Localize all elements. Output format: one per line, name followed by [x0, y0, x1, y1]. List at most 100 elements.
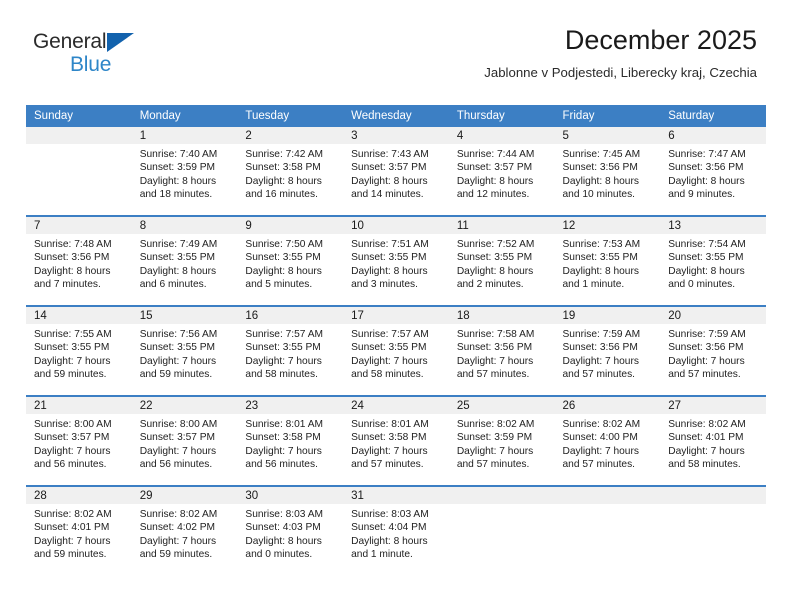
calendar-day-cell[interactable]: 5 Sunrise: 7:45 AM Sunset: 3:56 PM Daylight…: [554, 127, 661, 216]
daylight-duration-line1: Daylight: 7 hours: [668, 355, 745, 367]
daylight-duration-line1: Daylight: 7 hours: [351, 355, 428, 367]
sunset-time: Sunset: 4:01 PM: [668, 432, 744, 444]
calendar-day-cell[interactable]: 8 Sunrise: 7:49 AM Sunset: 3:55 PM Daylight…: [131, 215, 238, 306]
calendar-day-cell[interactable]: 19 Sunrise: 7:59 AM Sunset: 3:56 PM Dayligh…: [554, 305, 661, 396]
day-details: Sunrise: 7:59 AM Sunset: 3:56 PM Daylight:…: [555, 324, 661, 382]
calendar-day-cell[interactable]: 13 Sunrise: 7:54 AM Sunset: 3:55 PM Dayligh…: [660, 215, 766, 306]
logo-text-general: General: [33, 31, 134, 53]
weekday-header: Sunday Monday Tuesday Wednesday Thursday…: [26, 105, 766, 127]
daylight-duration-line1: Daylight: 7 hours: [351, 445, 428, 457]
sunrise-time: Sunrise: 8:00 AM: [139, 419, 218, 430]
calendar-day-cell[interactable]: 10 Sunrise: 7:51 AM Sunset: 3:55 PM Dayligh…: [343, 215, 449, 306]
calendar-day-cell[interactable]: 26 Sunrise: 8:02 AM Sunset: 4:00 PM Dayligh…: [554, 395, 661, 486]
sunset-time: Sunset: 3:57 PM: [34, 432, 110, 444]
sunset-time: Sunset: 3:57 PM: [351, 162, 427, 174]
day-details: Sunrise: 7:52 AM Sunset: 3:55 PM Daylight:…: [449, 234, 555, 292]
calendar-day-cell[interactable]: 20 Sunrise: 7:59 AM Sunset: 3:56 PM Dayligh…: [660, 305, 766, 396]
calendar-day-cell[interactable]: 9 Sunrise: 7:50 AM Sunset: 3:55 PM Daylight…: [237, 215, 344, 306]
calendar-day-cell[interactable]: 27 Sunrise: 8:02 AM Sunset: 4:01 PM Dayligh…: [660, 395, 766, 486]
calendar-day-cell[interactable]: 22 Sunrise: 8:00 AM Sunset: 3:57 PM Dayligh…: [131, 395, 238, 486]
day-number: 23: [237, 397, 344, 414]
sunrise-time: Sunrise: 7:58 AM: [456, 329, 535, 340]
sunrise-time: Sunrise: 7:57 AM: [245, 329, 323, 340]
daylight-duration-line1: Daylight: 7 hours: [139, 535, 217, 547]
calendar-day-cell[interactable]: 15 Sunrise: 7:56 AM Sunset: 3:55 PM Dayligh…: [131, 305, 238, 396]
sunset-time: Sunset: 3:56 PM: [562, 162, 638, 174]
sunset-time: Sunset: 3:56 PM: [668, 342, 744, 354]
calendar-day-cell[interactable]: 21 Sunrise: 8:00 AM Sunset: 3:57 PM Dayligh…: [26, 395, 132, 486]
calendar-day-cell[interactable]: 2 Sunrise: 7:42 AM Sunset: 3:58 PM Daylight…: [237, 127, 344, 216]
sunset-time: Sunset: 3:56 PM: [456, 342, 533, 354]
daylight-duration-line2: and 57 minutes.: [562, 369, 636, 381]
daylight-duration-line2: and 9 minutes.: [668, 189, 736, 201]
calendar-day-cell[interactable]: 12 Sunrise: 7:53 AM Sunset: 3:55 PM Dayligh…: [554, 215, 661, 306]
day-number: 15: [131, 307, 238, 324]
sunset-time: Sunset: 3:58 PM: [245, 162, 321, 174]
day-details: Sunrise: 8:02 AM Sunset: 3:59 PM Daylight:…: [449, 414, 555, 472]
day-details: Sunrise: 8:03 AM Sunset: 4:03 PM Daylight:…: [237, 504, 343, 562]
day-number: 16: [237, 307, 344, 324]
sunrise-time: Sunrise: 7:50 AM: [245, 239, 323, 250]
sunset-time: Sunset: 3:55 PM: [668, 252, 744, 264]
sunrise-time: Sunrise: 7:40 AM: [139, 149, 218, 160]
weekday-header-monday: Monday: [131, 105, 238, 127]
calendar-day-cell[interactable]: 6 Sunrise: 7:47 AM Sunset: 3:56 PM Daylight…: [660, 127, 766, 216]
day-number: [554, 487, 661, 504]
calendar-day-cell[interactable]: 29 Sunrise: 8:02 AM Sunset: 4:02 PM Dayligh…: [131, 485, 238, 575]
day-number: 10: [343, 217, 449, 234]
calendar-day-cell[interactable]: 4 Sunrise: 7:44 AM Sunset: 3:57 PM Daylight…: [448, 127, 555, 216]
day-number: 18: [448, 307, 555, 324]
day-number: [448, 487, 555, 504]
day-details: Sunrise: 8:02 AM Sunset: 4:02 PM Daylight:…: [132, 504, 238, 562]
sunset-time: Sunset: 3:58 PM: [245, 432, 321, 444]
daylight-duration-line2: and 59 minutes.: [139, 369, 213, 381]
calendar-day-cell[interactable]: 18 Sunrise: 7:58 AM Sunset: 3:56 PM Dayligh…: [448, 305, 555, 396]
calendar-day-cell[interactable]: 28 Sunrise: 8:02 AM Sunset: 4:01 PM Dayligh…: [26, 485, 132, 575]
daylight-duration-line2: and 5 minutes.: [245, 279, 313, 291]
day-number: 13: [660, 217, 766, 234]
sunrise-time: Sunrise: 7:48 AM: [34, 239, 112, 250]
day-details: Sunrise: 7:45 AM Sunset: 3:56 PM Daylight:…: [555, 144, 661, 202]
daylight-duration-line1: Daylight: 7 hours: [34, 355, 111, 367]
sunset-time: Sunset: 3:55 PM: [245, 252, 321, 264]
sunrise-time: Sunrise: 8:03 AM: [245, 509, 323, 520]
calendar-day-cell[interactable]: 23 Sunrise: 8:01 AM Sunset: 3:58 PM Dayligh…: [237, 395, 344, 486]
sunrise-time: Sunrise: 8:03 AM: [351, 509, 429, 520]
sunrise-time: Sunrise: 7:45 AM: [562, 149, 641, 160]
weekday-header-friday: Friday: [554, 105, 661, 127]
day-details: Sunrise: 7:54 AM Sunset: 3:55 PM Daylight:…: [660, 234, 766, 292]
day-number: 11: [448, 217, 555, 234]
sunrise-time: Sunrise: 8:01 AM: [245, 419, 323, 430]
sunset-time: Sunset: 3:55 PM: [139, 342, 216, 354]
day-number: 5: [554, 127, 661, 144]
calendar-day-cell[interactable]: 30 Sunrise: 8:03 AM Sunset: 4:03 PM Dayligh…: [237, 485, 344, 575]
calendar-day-cell[interactable]: 24 Sunrise: 8:01 AM Sunset: 3:58 PM Dayligh…: [343, 395, 449, 486]
calendar-day-cell[interactable]: 17 Sunrise: 7:57 AM Sunset: 3:55 PM Dayligh…: [343, 305, 449, 396]
calendar-grid: Sunday Monday Tuesday Wednesday Thursday…: [26, 105, 766, 575]
sunrise-time: Sunrise: 7:55 AM: [34, 329, 112, 340]
daylight-duration-line2: and 57 minutes.: [668, 369, 741, 381]
sunset-time: Sunset: 3:59 PM: [139, 162, 216, 174]
calendar-day-cell[interactable]: 14 Sunrise: 7:55 AM Sunset: 3:55 PM Dayligh…: [26, 305, 132, 396]
calendar-day-cell[interactable]: 3 Sunrise: 7:43 AM Sunset: 3:57 PM Daylight…: [343, 127, 449, 216]
day-details: Sunrise: 7:58 AM Sunset: 3:56 PM Daylight:…: [449, 324, 555, 382]
calendar-day-cell[interactable]: 1 Sunrise: 7:40 AM Sunset: 3:59 PM Daylight…: [131, 127, 238, 216]
calendar-day-cell[interactable]: 7 Sunrise: 7:48 AM Sunset: 3:56 PM Daylight…: [26, 215, 132, 306]
daylight-duration-line2: and 12 minutes.: [456, 189, 530, 201]
weekday-header-tuesday: Tuesday: [237, 105, 344, 127]
sunrise-time: Sunrise: 7:42 AM: [245, 149, 323, 160]
daylight-duration-line1: Daylight: 8 hours: [456, 175, 534, 187]
calendar-day-cell[interactable]: 16 Sunrise: 7:57 AM Sunset: 3:55 PM Dayligh…: [237, 305, 344, 396]
calendar-day-cell[interactable]: 31 Sunrise: 8:03 AM Sunset: 4:04 PM Dayligh…: [343, 485, 449, 575]
daylight-duration-line2: and 7 minutes.: [34, 279, 101, 291]
calendar-day-cell[interactable]: 25 Sunrise: 8:02 AM Sunset: 3:59 PM Dayligh…: [448, 395, 555, 486]
day-number: 21: [26, 397, 132, 414]
daylight-duration-line1: Daylight: 7 hours: [139, 445, 217, 457]
day-number: 25: [448, 397, 555, 414]
day-number: 1: [131, 127, 238, 144]
daylight-duration-line2: and 57 minutes.: [351, 459, 424, 471]
sunset-time: Sunset: 3:57 PM: [456, 162, 533, 174]
daylight-duration-line2: and 6 minutes.: [139, 279, 207, 291]
calendar-day-cell[interactable]: 11 Sunrise: 7:52 AM Sunset: 3:55 PM Dayligh…: [448, 215, 555, 306]
day-number: 3: [343, 127, 449, 144]
